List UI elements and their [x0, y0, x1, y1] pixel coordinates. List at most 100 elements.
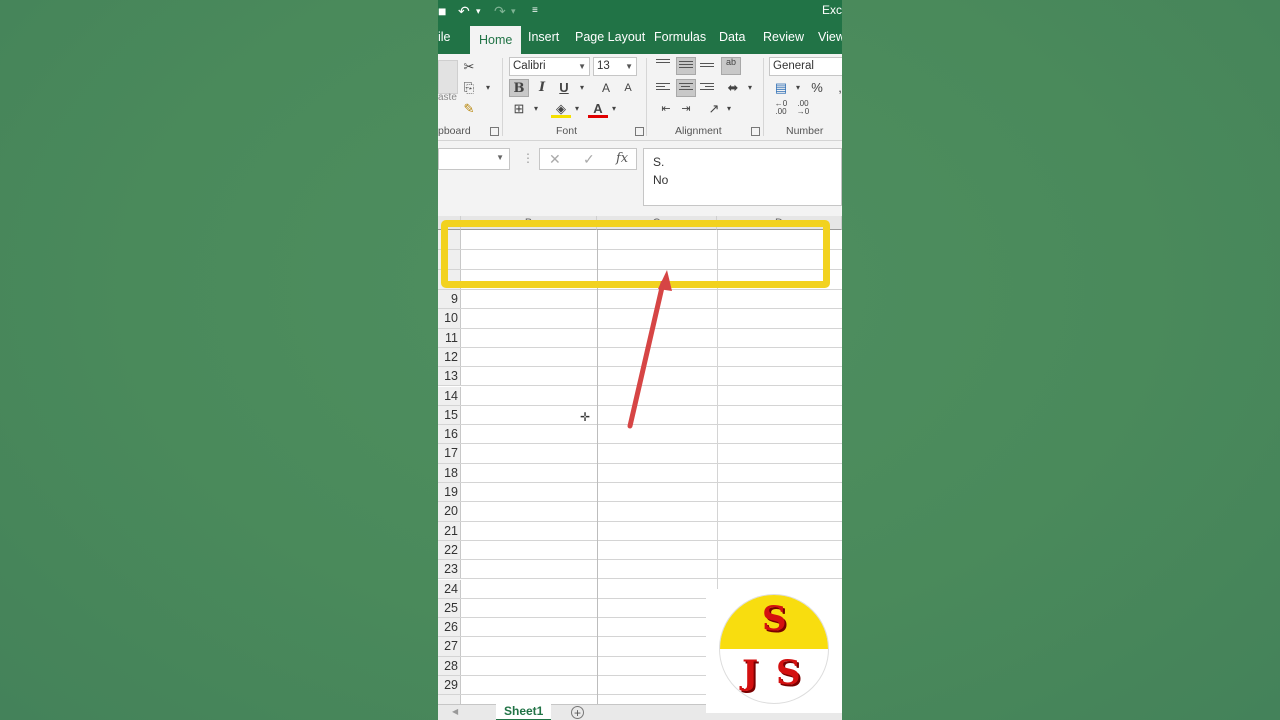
undo-icon[interactable]: ↶	[458, 2, 470, 20]
row-header[interactable]: 16	[438, 425, 461, 444]
top-align-icon[interactable]	[656, 59, 670, 71]
formula-input[interactable]: S. No	[643, 148, 842, 206]
row-header[interactable]: 17	[438, 444, 461, 463]
name-box[interactable]: ▼	[438, 148, 510, 170]
table-row[interactable]: 16	[438, 425, 842, 445]
copy-dropdown-icon[interactable]: ▾	[478, 79, 498, 97]
orientation-dropdown-icon[interactable]: ▾	[719, 100, 739, 118]
grow-font-button[interactable]: A	[596, 79, 616, 97]
copy-icon[interactable]: ⎘	[459, 79, 479, 97]
table-row[interactable]: 21	[438, 521, 842, 541]
row-header[interactable]: 13	[438, 367, 461, 386]
table-row[interactable]: 10	[438, 309, 842, 329]
row-header[interactable]: 10	[438, 309, 461, 328]
align-center-icon[interactable]	[676, 79, 696, 97]
tab-file[interactable]: ile	[438, 30, 451, 44]
decrease-decimal-icon[interactable]: .00 →0	[793, 100, 813, 118]
shrink-font-button[interactable]: A	[618, 79, 638, 97]
title-bar: ■ ↶ ▾ ↷ ▾ ≡ Exc	[438, 0, 842, 22]
table-row[interactable]: 14	[438, 386, 842, 406]
insert-function-icon[interactable]: fx	[616, 151, 628, 166]
paste-icon[interactable]	[438, 60, 458, 94]
decrease-indent-icon[interactable]: ⇤	[656, 100, 676, 118]
align-right-icon[interactable]	[700, 83, 714, 95]
row-header[interactable]: 28	[438, 656, 461, 675]
increase-decimal-icon[interactable]: ←0.00	[771, 100, 791, 118]
paste-label[interactable]: aste	[438, 92, 457, 103]
row-header[interactable]: 12	[438, 347, 461, 367]
table-row[interactable]: 23	[438, 560, 842, 580]
channel-logo: S J S	[706, 589, 842, 713]
row-header[interactable]: 25	[438, 598, 461, 618]
column-divider	[597, 230, 598, 704]
row-header[interactable]: 9	[438, 290, 461, 309]
font-launcher-icon[interactable]	[635, 127, 644, 136]
accounting-dropdown-icon[interactable]: ▾	[788, 79, 808, 97]
font-size-select[interactable]: 13 ▼	[593, 57, 637, 76]
format-painter-icon[interactable]: ✎	[459, 100, 479, 118]
tab-review[interactable]: Review	[763, 30, 804, 44]
row-header[interactable]: 29	[438, 676, 461, 695]
font-name-select[interactable]: Calibri ▼	[509, 57, 590, 76]
row-header[interactable]: 26	[438, 618, 461, 637]
row-header[interactable]: 23	[438, 560, 461, 579]
tab-page-layout[interactable]: Page Layout	[575, 30, 645, 44]
row-header[interactable]: 14	[438, 386, 461, 405]
customize-qat-icon[interactable]: ≡	[532, 2, 538, 20]
align-left-icon[interactable]	[656, 83, 670, 95]
tab-view[interactable]: View	[818, 30, 842, 44]
bottom-align-icon[interactable]	[700, 63, 714, 75]
fill-color-dropdown-icon[interactable]: ▾	[567, 100, 587, 118]
bold-button[interactable]: B	[509, 79, 529, 97]
cut-icon[interactable]: ✂	[459, 58, 479, 76]
enter-icon[interactable]: ✓	[583, 151, 595, 168]
table-row[interactable]: 18	[438, 463, 842, 483]
name-box-dropdown-icon[interactable]: ▼	[496, 153, 504, 162]
number-format-select[interactable]: General	[769, 57, 842, 76]
tab-insert[interactable]: Insert	[528, 30, 559, 44]
row-header[interactable]: 19	[438, 483, 461, 502]
table-row[interactable]: 11	[438, 328, 842, 348]
tab-data[interactable]: Data	[719, 30, 745, 44]
logo-letter-top: S	[762, 599, 787, 639]
row-header[interactable]: 20	[438, 502, 461, 521]
font-color-dropdown-icon[interactable]: ▾	[604, 100, 624, 118]
row-header[interactable]: 18	[438, 463, 461, 482]
sheet-scroll-left-icon[interactable]: ◀	[452, 707, 458, 716]
row-header[interactable]: 11	[438, 328, 461, 347]
table-row[interactable]: 22	[438, 540, 842, 561]
add-sheet-icon[interactable]: +	[571, 706, 584, 719]
underline-dropdown-icon[interactable]: ▾	[572, 79, 592, 97]
percent-style-button[interactable]: %	[807, 79, 827, 97]
table-row[interactable]: 20	[438, 502, 842, 522]
increase-indent-icon[interactable]: ⇥	[676, 100, 696, 118]
table-row[interactable]: 19	[438, 483, 842, 503]
cancel-icon[interactable]: ✕	[549, 151, 561, 168]
save-icon[interactable]: ■	[438, 2, 446, 20]
alignment-launcher-icon[interactable]	[751, 127, 760, 136]
italic-button[interactable]: I	[532, 79, 552, 97]
table-row[interactable]: 9	[438, 290, 842, 310]
row-header[interactable]: 24	[438, 579, 461, 598]
borders-dropdown-icon[interactable]: ▾	[526, 100, 546, 118]
row-header[interactable]: 22	[438, 540, 461, 560]
underline-button[interactable]: U	[554, 79, 574, 97]
row-header[interactable]: 27	[438, 637, 461, 656]
comma-style-icon[interactable]: ,	[830, 79, 842, 97]
clipboard-launcher-icon[interactable]	[490, 127, 499, 136]
table-row[interactable]: 13	[438, 367, 842, 387]
wrap-text-icon[interactable]: ab	[721, 57, 741, 75]
tab-home[interactable]: Home	[470, 26, 522, 54]
formula-bar-splitter[interactable]: ⋮	[522, 151, 534, 165]
row-header[interactable]	[438, 695, 461, 704]
merge-dropdown-icon[interactable]: ▾	[740, 79, 760, 97]
row-header[interactable]: 15	[438, 405, 461, 425]
sheet-tab-sheet1[interactable]: Sheet1	[496, 704, 552, 720]
table-row[interactable]: 12	[438, 347, 842, 368]
middle-align-icon[interactable]	[676, 57, 696, 75]
table-row[interactable]: 17	[438, 444, 842, 464]
undo-dropdown-icon[interactable]: ▾	[476, 2, 481, 20]
row-header[interactable]: 21	[438, 521, 461, 540]
tab-formulas[interactable]: Formulas	[654, 30, 706, 44]
table-row[interactable]: 15	[438, 405, 842, 426]
